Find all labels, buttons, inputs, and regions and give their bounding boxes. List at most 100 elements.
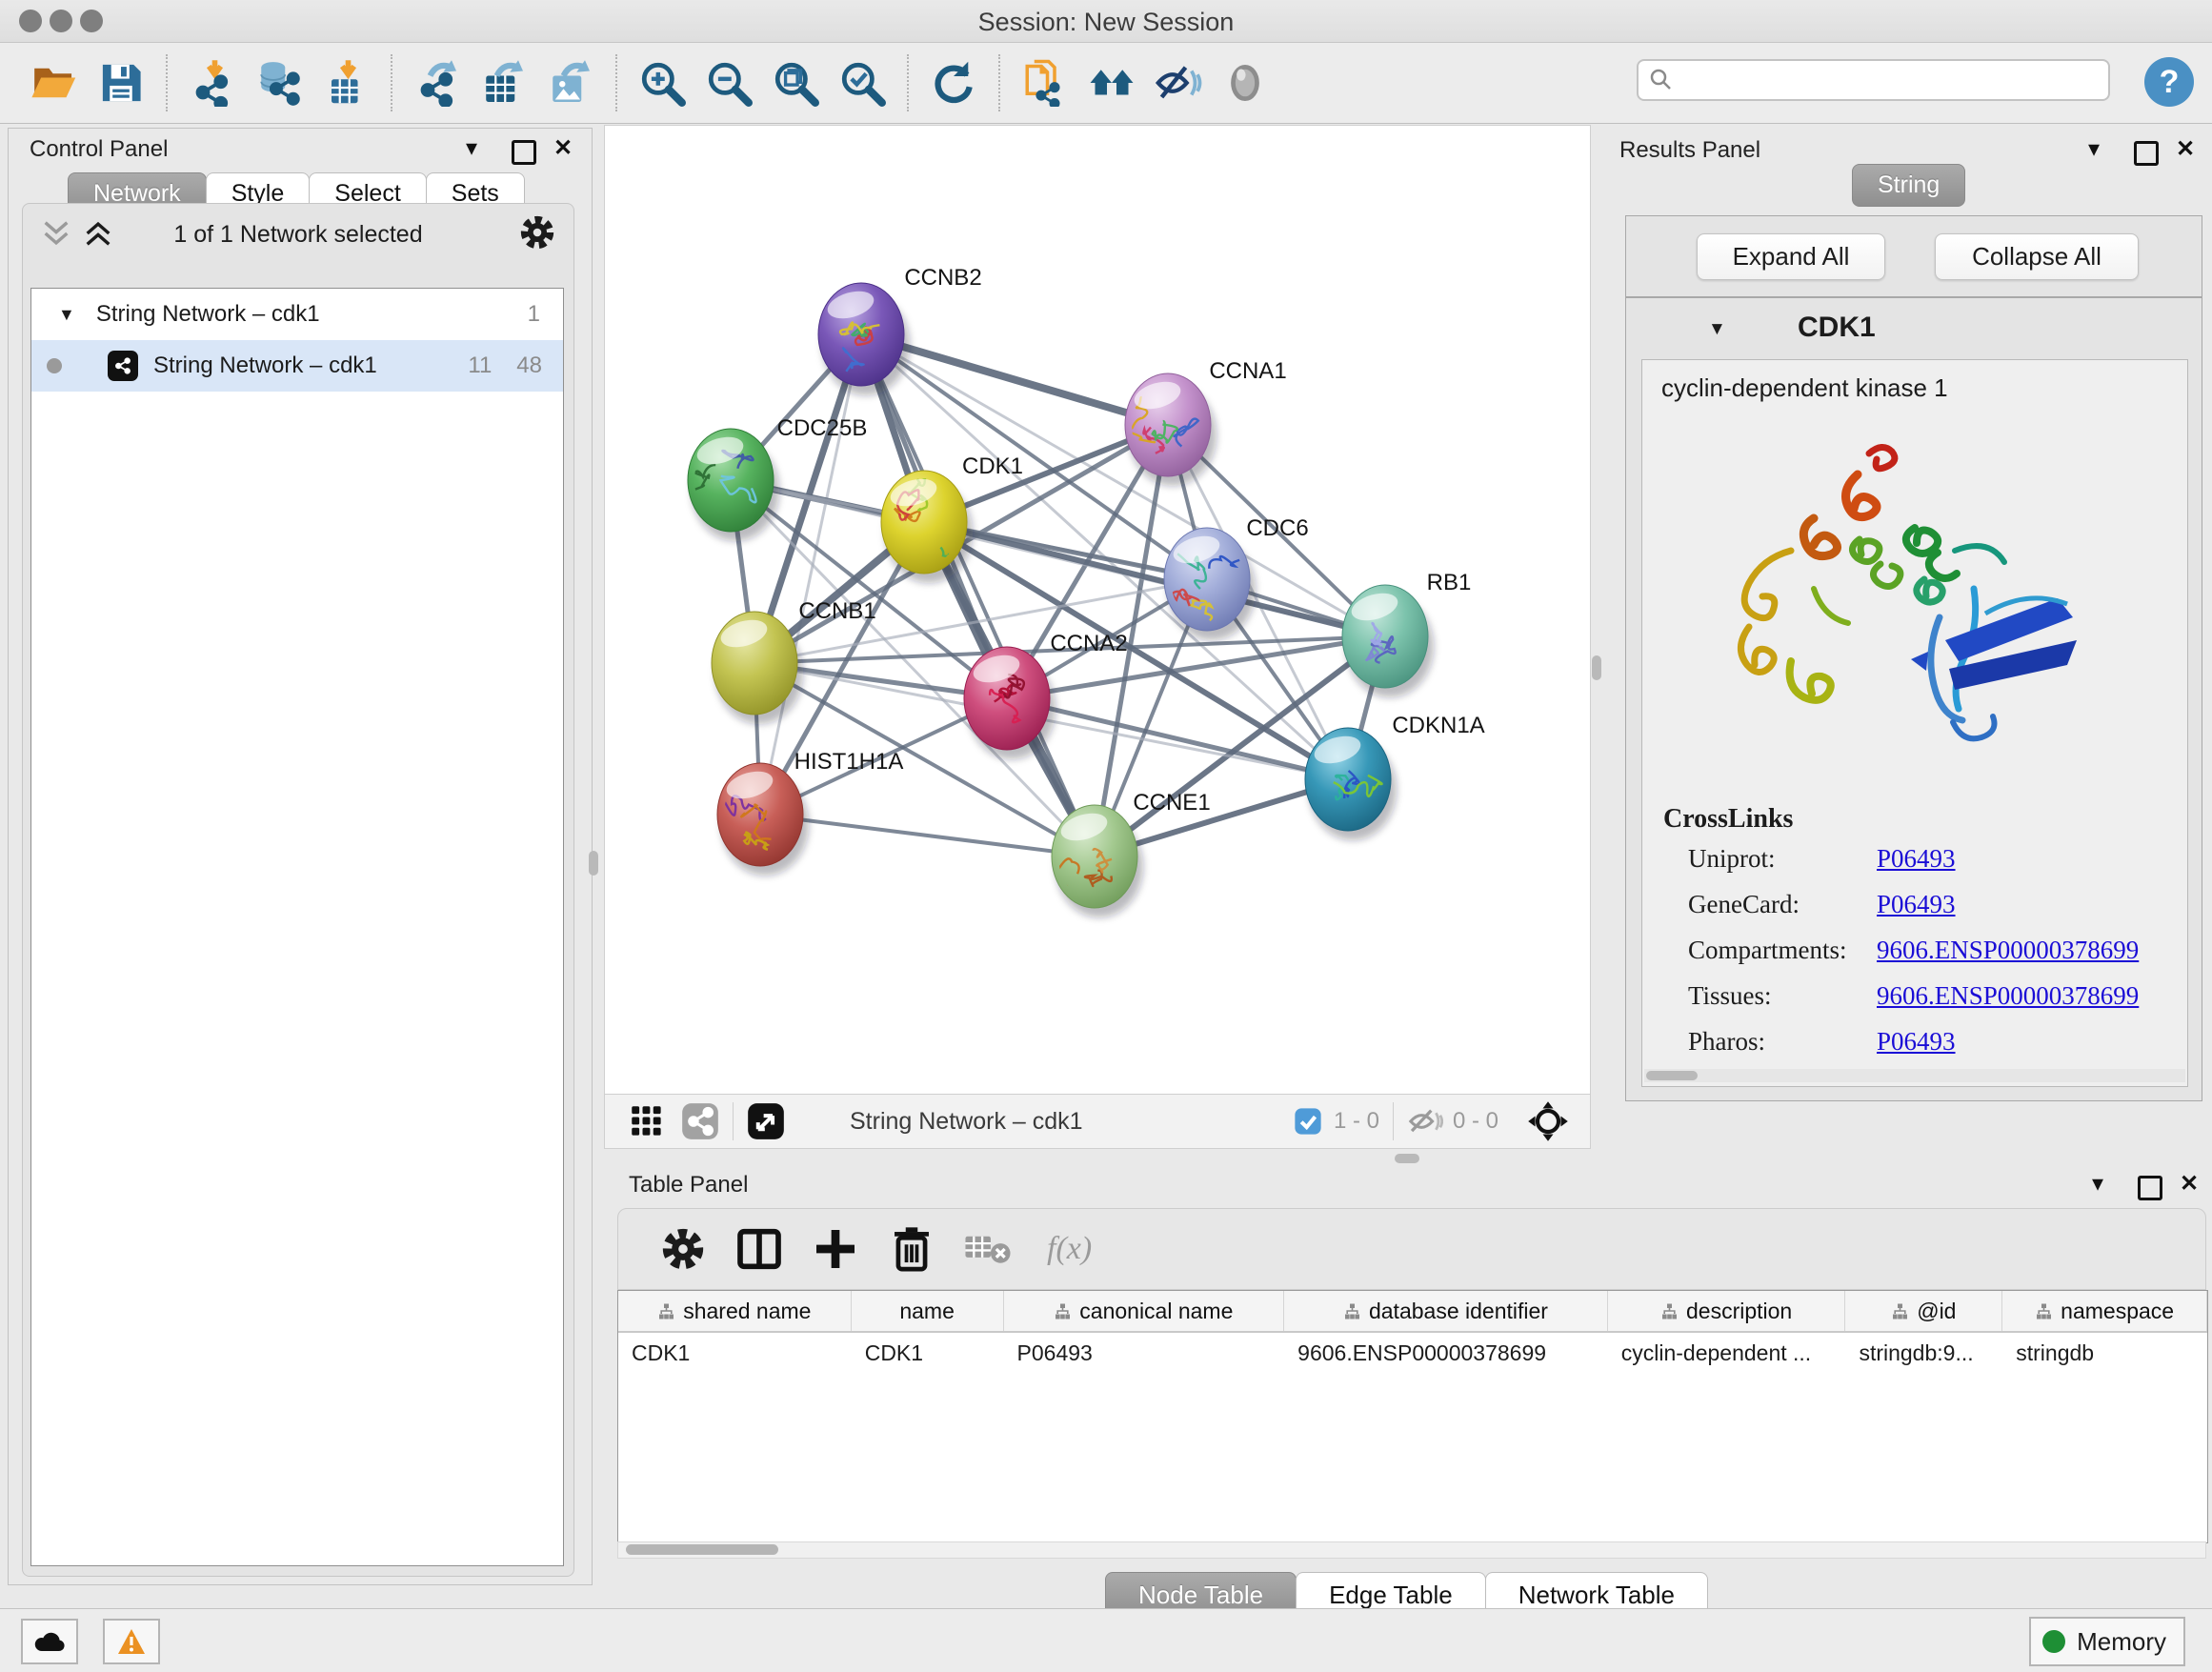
first-neighbors-button[interactable] [1085,56,1138,110]
import-network-file-button[interactable] [186,56,239,110]
column-header-namespace[interactable]: namespace [2002,1291,2207,1331]
bottom-splitter-handle[interactable] [1395,1154,1419,1163]
node-label-CDC6: CDC6 [1246,515,1308,541]
export-network-button[interactable] [411,56,464,110]
network-node-CCNE1[interactable] [1049,805,1143,917]
table-float-icon[interactable] [2138,1176,2162,1200]
entry-description: cyclin-dependent kinase 1 [1661,373,1948,403]
column-header--id[interactable]: @id [1845,1291,2002,1331]
node-label-CCNE1: CCNE1 [1133,790,1210,816]
show-all-button[interactable] [1218,56,1272,110]
toolbar-separator [907,54,909,111]
table-cell: CDK1 [618,1333,852,1373]
expand-all-button[interactable]: Expand All [1697,233,1885,280]
collapse-all-button[interactable]: Collapse All [1935,233,2139,280]
save-session-button[interactable] [94,56,148,110]
selected-checkbox-icon[interactable] [1294,1107,1322,1136]
export-image-button[interactable] [544,56,597,110]
table-panel-title: Table Panel [629,1172,748,1199]
entry-expander-icon[interactable]: ▼ [1708,319,1726,340]
results-float-icon[interactable] [2134,141,2159,166]
network-node-CCNB1[interactable] [712,612,803,724]
network-node-RB1[interactable] [1342,585,1434,697]
string-style-icon[interactable] [681,1102,719,1140]
grid-view-icon[interactable] [630,1104,664,1138]
crosslink-value-link[interactable]: 9606.ENSP00000378699 [1877,936,2139,965]
network-row-selected[interactable]: String Network – cdk1 11 48 [31,340,563,392]
search-input[interactable] [1675,66,2088,94]
results-panel: Results Panel ▾ ✕ String Expand All Coll… [1604,124,2212,1164]
gear-icon[interactable] [518,213,556,252]
memory-button[interactable]: Memory [2029,1617,2185,1666]
node-table[interactable]: shared namenamecanonical namedatabase id… [617,1290,2208,1543]
network-node-HIST1H1A[interactable] [717,763,809,876]
table-toolbar: f(x) [617,1208,2206,1290]
network-node-CCNA1[interactable] [1125,373,1217,486]
left-splitter-handle[interactable] [589,851,598,876]
help-button[interactable]: ? [2144,57,2194,107]
tab-string[interactable]: String [1852,164,1965,207]
node-label-CCNA2: CCNA2 [1050,631,1127,656]
crosslink-value-link[interactable]: 9606.ENSP00000378699 [1877,981,2139,1011]
column-header-shared-name[interactable]: shared name [618,1291,852,1331]
network-collection-row[interactable]: ▼ String Network – cdk1 1 [31,289,563,340]
network-node-CDKN1A[interactable] [1305,728,1397,840]
panel-float-icon[interactable] [512,140,536,165]
import-table-button[interactable] [319,56,372,110]
panel-close-icon[interactable]: ✕ [553,134,573,162]
zoom-in-button[interactable] [635,56,689,110]
delete-columns-button[interactable] [885,1222,938,1276]
crosslink-value-link[interactable]: P06493 [1877,890,1956,919]
new-network-from-selection-button[interactable] [1018,56,1072,110]
create-column-button[interactable] [809,1222,862,1276]
right-splitter-handle[interactable] [1592,655,1601,680]
export-table-button[interactable] [477,56,531,110]
toggle-columns-button[interactable] [733,1222,786,1276]
table-panel: Table Panel ▾ ✕ f(x) shared namenamecano… [600,1164,2212,1608]
table-gear-button[interactable] [656,1222,710,1276]
toolbar-separator [391,54,392,111]
birds-eye-toggle-icon[interactable] [1527,1100,1569,1142]
network-node-CDC6[interactable] [1164,528,1276,640]
network-node-CDK1[interactable] [881,471,973,583]
crosslink-value-link[interactable]: P06493 [1877,844,1956,874]
delete-table-button[interactable] [961,1222,1015,1276]
collection-count: 1 [528,301,540,328]
column-header-description[interactable]: description [1608,1291,1846,1331]
column-header-name[interactable]: name [852,1291,1004,1331]
crosslink-value-link[interactable]: P06493 [1877,1027,1956,1057]
cloud-button[interactable] [21,1619,78,1664]
plus-icon [812,1225,859,1273]
entry-hscrollbar[interactable] [1644,1069,2185,1082]
table-close-icon[interactable]: ✕ [2180,1170,2199,1198]
string-network-icon [108,351,138,381]
protein-structure-image [1699,436,2100,779]
zoom-selected-button[interactable] [835,56,889,110]
zoom-out-button[interactable] [702,56,755,110]
network-node-CCNA2[interactable] [964,647,1056,759]
tree-expander-icon[interactable]: ▼ [58,305,75,325]
table-row[interactable]: CDK1CDK1P064939606.ENSP00000378699cyclin… [618,1333,2207,1373]
network-node-CCNB2[interactable] [818,283,910,395]
network-canvas[interactable]: CCNB2CCNA1CDC25BCDK1CDC6RB1CCNB1CCNA2CDK… [604,125,1591,1096]
results-menu-icon[interactable]: ▾ [2088,135,2100,163]
column-header-database-identifier[interactable]: database identifier [1284,1291,1608,1331]
toolbar-separator [166,54,168,111]
grid-x-icon [964,1225,1012,1273]
expand-collapse-bar: Expand All Collapse All [1625,215,2202,297]
column-header-canonical-name[interactable]: canonical name [1004,1291,1285,1331]
network-graph[interactable]: CCNB2CCNA1CDC25BCDK1CDC6RB1CCNB1CCNA2CDK… [605,126,1590,1095]
table-menu-icon[interactable]: ▾ [2092,1170,2103,1198]
warning-button[interactable] [103,1619,160,1664]
apply-function-button[interactable]: f(x) [1037,1222,1101,1276]
open-session-button[interactable] [28,56,81,110]
panel-menu-icon[interactable]: ▾ [466,134,477,162]
apply-layout-button[interactable] [927,56,980,110]
table-hscrollbar[interactable] [617,1541,2206,1559]
import-network-database-button[interactable] [252,56,306,110]
open-in-window-icon[interactable] [747,1102,785,1140]
zoom-fit-button[interactable] [769,56,822,110]
hide-selected-button[interactable] [1152,56,1205,110]
results-close-icon[interactable]: ✕ [2176,135,2195,163]
search-box[interactable] [1637,59,2110,101]
